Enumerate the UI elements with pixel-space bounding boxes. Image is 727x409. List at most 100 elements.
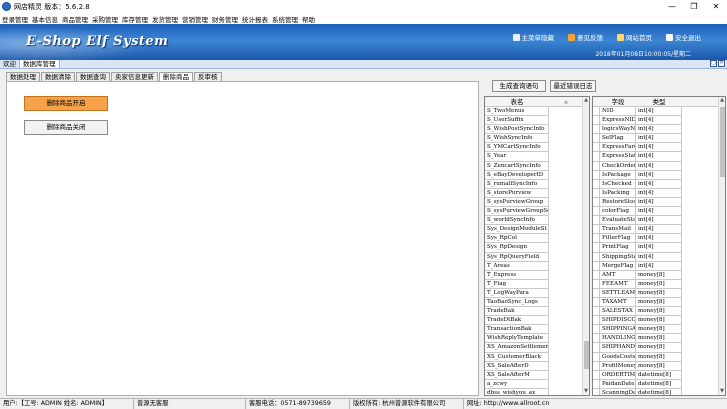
table-name-cell[interactable]: Sys_DesignModuleSt: [485, 225, 549, 235]
field-row[interactable]: AMT money[8]: [593, 270, 718, 280]
table-row[interactable]: a_zcwy: [485, 379, 582, 389]
field-row[interactable]: PaidanDate datetime[8]: [593, 379, 718, 389]
field-row[interactable]: ExpressNID int[4]: [593, 116, 718, 126]
table-row[interactable]: dbss_wishyou_ax: [485, 388, 582, 395]
table-name-cell[interactable]: TaoBaoSync_Logs: [485, 297, 549, 308]
field-row[interactable]: SETTLEAMT money[8]: [593, 288, 718, 298]
table-row[interactable]: S_rumallSyncInfo: [485, 179, 582, 189]
field-row[interactable]: EvaluateSta int[4]: [593, 216, 718, 226]
menu-login[interactable]: 登录管理: [2, 14, 28, 24]
field-row[interactable]: TransMail int[4]: [593, 225, 718, 235]
field-name-cell[interactable]: IsPackage: [600, 170, 636, 180]
field-row[interactable]: IsPacking int[4]: [593, 188, 718, 198]
field-type-cell[interactable]: datetime[8]: [636, 379, 682, 389]
column-header-table-name[interactable]: 表名: [485, 97, 549, 106]
table-row[interactable]: S_WishSyncInfo: [485, 134, 582, 144]
field-name-cell[interactable]: HANDLINGAMT: [600, 334, 636, 344]
scroll-thumb[interactable]: [584, 341, 589, 369]
field-type-cell[interactable]: money[8]: [636, 325, 682, 335]
scroll-down-icon[interactable]: ▼: [583, 388, 589, 395]
field-type-cell[interactable]: int[4]: [636, 170, 682, 180]
field-name-cell[interactable]: GoodsCosts: [600, 352, 636, 362]
column-header-type[interactable]: 类型: [636, 97, 682, 106]
field-type-cell[interactable]: money[8]: [636, 343, 682, 353]
field-row[interactable]: ExpressStat int[4]: [593, 152, 718, 162]
table-row[interactable]: S_worldSyncInfo: [485, 216, 582, 226]
table-row[interactable]: S_UserSuffix: [485, 116, 582, 126]
field-name-cell[interactable]: CheckOrder: [600, 161, 636, 171]
menu-goods[interactable]: 商品管理: [62, 14, 88, 24]
menu-basic-info[interactable]: 基本信息: [32, 14, 58, 24]
table-name-cell[interactable]: Sys_RpCol: [485, 234, 549, 244]
field-name-cell[interactable]: EvaluateSta: [600, 216, 636, 226]
field-name-cell[interactable]: IsChecked: [600, 179, 636, 189]
field-row[interactable]: MergeFlag int[4]: [593, 261, 718, 271]
table-name-cell[interactable]: TradeDtBak: [485, 316, 549, 326]
menu-shipping[interactable]: 发货管理: [152, 14, 178, 24]
table-name-cell[interactable]: S_eBayDeveloperID: [485, 170, 549, 180]
field-row[interactable]: NID int[4]: [593, 107, 718, 117]
table-row[interactable]: Sys_RpDesign: [485, 243, 582, 253]
table-row[interactable]: TaoBaoSync_Logs: [485, 297, 582, 308]
field-name-cell[interactable]: ExpressStat: [600, 152, 636, 162]
tab-unaudit[interactable]: 反审核: [194, 72, 222, 81]
generate-query-button[interactable]: 生成查询语句: [492, 80, 546, 92]
hide-menu-link[interactable]: 主菜单隐藏: [512, 32, 554, 42]
field-type-cell[interactable]: int[4]: [636, 252, 682, 262]
field-type-cell[interactable]: int[4]: [636, 116, 682, 126]
field-row[interactable]: ProfitMoney money[8]: [593, 361, 718, 371]
menu-system[interactable]: 系统管理: [272, 14, 298, 24]
field-row[interactable]: GoodsCosts money[8]: [593, 352, 718, 362]
field-name-cell[interactable]: AMT: [600, 270, 636, 280]
tab-seller-info-update[interactable]: 卖家信息更新: [111, 72, 158, 81]
table-name-cell[interactable]: S_ZencartSyncInfo: [485, 161, 549, 171]
field-row[interactable]: FilterFlag int[4]: [593, 234, 718, 244]
field-name-cell[interactable]: FilterFlag: [600, 234, 636, 244]
table-name-cell[interactable]: T_Flag: [485, 279, 549, 289]
field-row[interactable]: SALESTAX money[8]: [593, 307, 718, 317]
field-type-cell[interactable]: int[4]: [636, 207, 682, 217]
table-name-cell[interactable]: S_TwoMenus: [485, 107, 549, 117]
field-name-cell[interactable]: ProfitMoney: [600, 361, 636, 371]
field-type-cell[interactable]: int[4]: [636, 143, 682, 153]
table-name-cell[interactable]: T_Express: [485, 270, 549, 280]
menu-purchase[interactable]: 采购管理: [92, 14, 118, 24]
field-type-cell[interactable]: int[4]: [636, 234, 682, 244]
table-row[interactable]: XS_SaleAfterM: [485, 370, 582, 380]
field-row[interactable]: ORDERTIME datetime[8]: [593, 370, 718, 380]
home-page-link[interactable]: 网站首页: [617, 32, 652, 42]
table-name-cell[interactable]: XS_SaleAfterD: [485, 361, 549, 371]
field-type-cell[interactable]: int[4]: [636, 197, 682, 208]
field-row[interactable]: ScanningDat datetime[8]: [593, 388, 718, 395]
feedback-link[interactable]: 意见反馈: [568, 32, 603, 42]
field-row[interactable]: SelFlag int[4]: [593, 134, 718, 144]
field-type-cell[interactable]: int[4]: [636, 161, 682, 171]
error-log-button[interactable]: 最近错误日志: [550, 80, 596, 92]
field-type-cell[interactable]: money[8]: [636, 334, 682, 344]
field-name-cell[interactable]: PrintFlag: [600, 243, 636, 253]
menu-reports[interactable]: 统计报表: [242, 14, 268, 24]
table-row[interactable]: XS_CustomerBlack: [485, 352, 582, 362]
field-type-cell[interactable]: int[4]: [636, 188, 682, 198]
column-header-field[interactable]: 字段: [600, 97, 636, 106]
table-row[interactable]: S_YMCartSyncInfo: [485, 143, 582, 153]
field-row[interactable]: ExpressFare int[4]: [593, 143, 718, 153]
table-name-cell[interactable]: S_rumallSyncInfo: [485, 179, 549, 189]
field-type-cell[interactable]: int[4]: [636, 243, 682, 253]
field-row[interactable]: IsPackage int[4]: [593, 170, 718, 180]
table-row[interactable]: S_Year: [485, 152, 582, 162]
tables-scrollbar[interactable]: ▲ ▼: [582, 97, 589, 395]
tab-database-management[interactable]: 数据库管理: [20, 60, 60, 68]
table-row[interactable]: T_Express: [485, 270, 582, 280]
field-type-cell[interactable]: int[4]: [636, 134, 682, 144]
table-name-cell[interactable]: WishReplyTemplate: [485, 334, 549, 344]
scroll-up-icon[interactable]: ▲: [583, 97, 589, 104]
field-row[interactable]: CheckOrder int[4]: [593, 161, 718, 171]
table-row[interactable]: Sys_RpCol: [485, 234, 582, 244]
scroll-thumb[interactable]: [720, 107, 725, 177]
field-name-cell[interactable]: ScanningDat: [600, 388, 636, 395]
field-name-cell[interactable]: NID: [600, 107, 636, 117]
field-name-cell[interactable]: MergeFlag: [600, 261, 636, 271]
table-name-cell[interactable]: S_YMCartSyncInfo: [485, 143, 549, 153]
field-name-cell[interactable]: RestoreStoc: [600, 197, 636, 208]
